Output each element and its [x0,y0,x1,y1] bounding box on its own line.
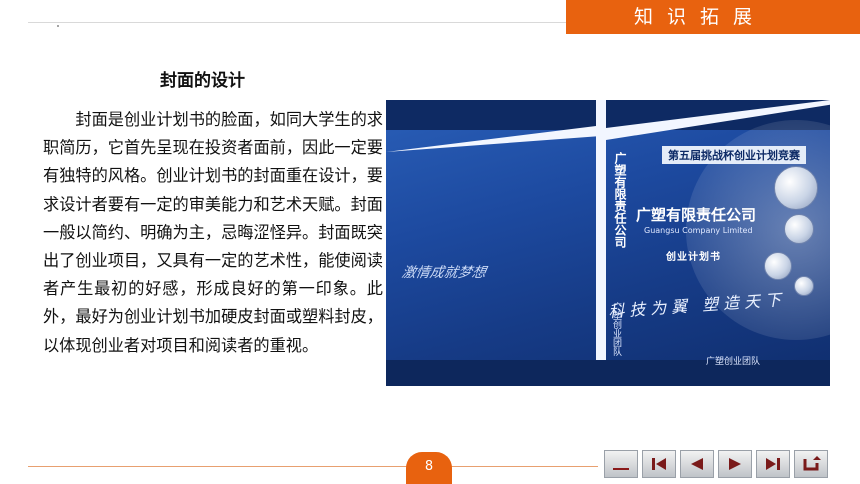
last-page-icon[interactable] [756,450,790,478]
page-number: 8 [406,452,452,484]
cover-plan-title: 创业计划书 [666,252,721,263]
section-paragraph: 封面是创业计划书的脸面，如同大学生的求职简历，它首先呈现在投资者面前，因此一定要… [43,110,383,355]
bubble-icon [764,252,792,280]
bubble-icon [794,276,814,296]
cover-company-name: 广塑有限责任公司 [636,206,757,224]
spine-company-name: 广塑有限责任公司 [613,152,627,248]
footer-divider [28,466,598,467]
cover-spine [596,100,606,386]
header-divider [28,22,566,23]
bubble-icon [774,166,818,210]
next-page-icon[interactable] [718,450,752,478]
cover-company-english: Guangsu Company Limited [644,226,753,235]
bubble-icon [784,214,814,244]
cover-slogan: 激情成就梦想 [400,265,488,281]
section-title: 封面的设计 [160,71,245,91]
cover-bottom-band [386,360,830,386]
prev-page-icon[interactable] [680,450,714,478]
first-page-icon[interactable] [642,450,676,478]
cover-image: 广塑有限责任公司 广塑创业团队 第五届挑战杯创业计划竞赛 广塑有限责任公司 Gu… [386,100,830,386]
return-icon[interactable] [794,450,828,478]
cover-team-bottom: 广塑创业团队 [706,357,761,367]
blank-icon[interactable] [604,450,638,478]
decor-dot [57,25,59,27]
contest-banner: 第五届挑战杯创业计划竞赛 [662,146,806,164]
header-tab: 知识拓展 [566,0,860,34]
